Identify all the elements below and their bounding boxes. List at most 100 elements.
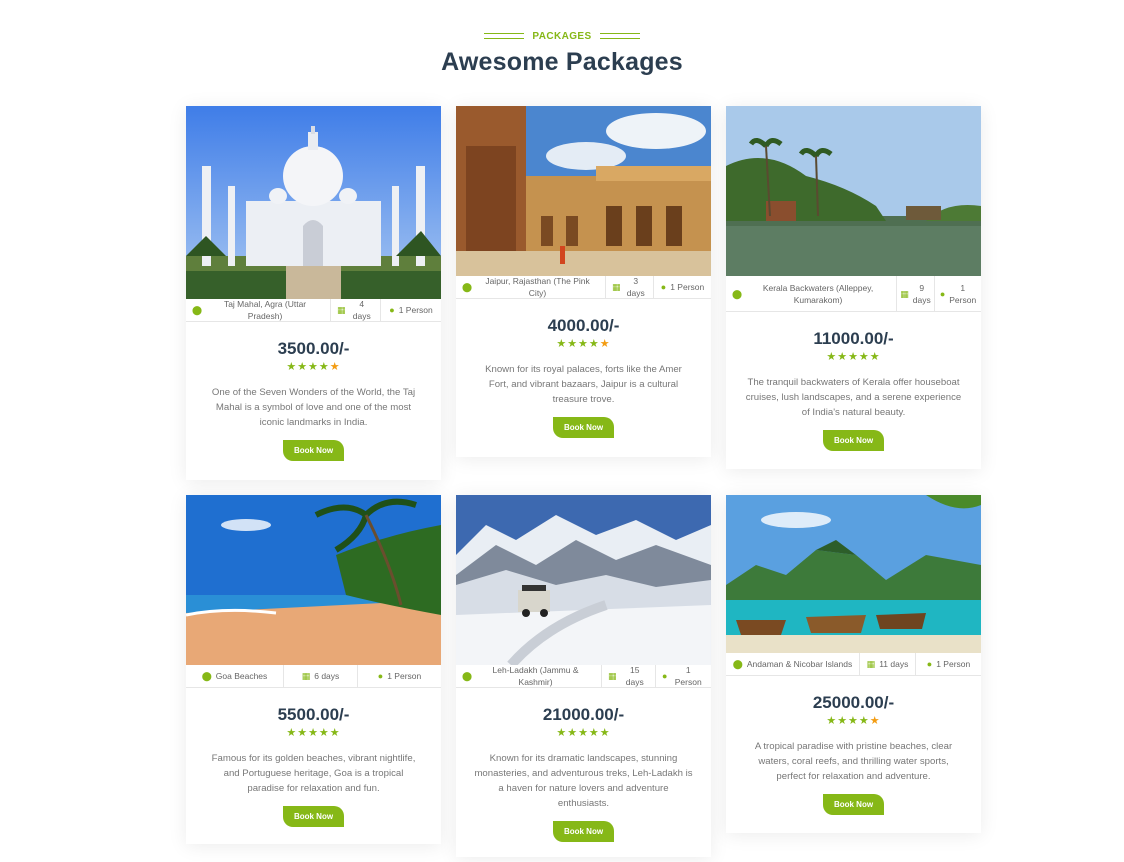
package-meta: ⬤ Kerala Backwaters (Alleppey, Kumarakom… (726, 276, 981, 312)
location-text: Kerala Backwaters (Alleppey, Kumarakom) (762, 282, 874, 305)
package-description: The tranquil backwaters of Kerala offer … (745, 377, 962, 418)
package-photo-taj-mahal (186, 106, 441, 299)
persons-text: 1 Person (936, 659, 971, 669)
location-text: Andaman & Nicobar Islands (746, 659, 853, 669)
book-now-button[interactable]: Book Now (552, 821, 615, 842)
package-description: Known for its royal palaces, forts like … (485, 364, 682, 405)
meta-persons: ● 1 Person (656, 665, 711, 687)
rating-stars: ★★★★★ (286, 361, 341, 373)
location-text: Goa Beaches (215, 671, 268, 681)
user-icon: ● (662, 671, 668, 681)
persons-text: 1 Person (670, 282, 705, 292)
meta-location: ⬤ Leh-Ladakh (Jammu & Kashmir) (456, 665, 602, 687)
package-card-kerala: ⬤ Kerala Backwaters (Alleppey, Kumarakom… (726, 106, 981, 469)
location-text: Taj Mahal, Agra (Uttar Pradesh) (223, 299, 307, 321)
meta-duration: ▦ 11 days (860, 653, 916, 675)
package-photo-goa (186, 495, 441, 665)
meta-duration: ▦ 15 days (602, 665, 656, 687)
rating-stars: ★★★★★ (826, 351, 881, 363)
duration-text: 4 days (352, 299, 371, 321)
package-description: A tropical paradise with pristine beache… (754, 741, 953, 782)
duration-text: 9 days (912, 282, 931, 305)
package-meta: ⬤ Andaman & Nicobar Islands ▦ 11 days ● … (726, 653, 981, 676)
eyebrow-line-right (599, 33, 640, 39)
meta-persons: ● 1 Person (935, 276, 981, 311)
package-body: 4000.00/- ★★★★★ Known for its royal pala… (456, 299, 711, 438)
package-card-goa: ⬤ Goa Beaches ▦ 6 days ● 1 Person 5500.0… (186, 495, 441, 844)
user-icon: ● (660, 282, 667, 292)
map-marker-icon: ⬤ (732, 659, 743, 669)
user-icon: ● (377, 671, 384, 681)
calendar-icon: ▦ (900, 288, 909, 299)
meta-persons: ● 1 Person (381, 299, 441, 321)
book-now-button[interactable]: Book Now (282, 440, 345, 461)
package-price: 21000.00/- (542, 705, 625, 724)
meta-location: ⬤ Kerala Backwaters (Alleppey, Kumarakom… (726, 276, 897, 311)
package-price: 4000.00/- (547, 316, 620, 335)
duration-text: 15 days (625, 665, 644, 687)
meta-persons: ● 1 Person (654, 276, 711, 298)
book-now-button[interactable]: Book Now (282, 806, 345, 827)
package-card-jaipur: ⬤ Jaipur, Rajasthan (The Pink City) ▦ 3 … (456, 106, 711, 457)
book-now-button[interactable]: Book Now (552, 417, 615, 438)
package-photo-kerala (726, 106, 981, 276)
package-body: 3500.00/- ★★★★★ One of the Seven Wonders… (186, 322, 441, 461)
map-marker-icon: ⬤ (462, 282, 473, 292)
package-card-leh-ladakh: ⬤ Leh-Ladakh (Jammu & Kashmir) ▦ 15 days… (456, 495, 711, 857)
persons-text: 1 Person (387, 671, 422, 681)
map-marker-icon: ⬤ (192, 305, 203, 315)
calendar-icon: ▦ (301, 671, 311, 681)
map-marker-icon: ⬤ (201, 671, 212, 681)
package-price: 11000.00/- (813, 329, 894, 348)
duration-text: 6 days (314, 671, 340, 681)
package-meta: ⬤ Leh-Ladakh (Jammu & Kashmir) ▦ 15 days… (456, 665, 711, 688)
persons-text: 1 Person (949, 282, 977, 305)
map-marker-icon: ⬤ (732, 288, 743, 299)
eyebrow-text: PACKAGES (532, 30, 592, 42)
package-description: Famous for its golden beaches, vibrant n… (211, 753, 416, 794)
package-meta: ⬤ Jaipur, Rajasthan (The Pink City) ▦ 3 … (456, 276, 711, 299)
book-now-button[interactable]: Book Now (822, 794, 885, 815)
package-meta: ⬤ Taj Mahal, Agra (Uttar Pradesh) ▦ 4 da… (186, 299, 441, 322)
package-card-taj-mahal: ⬤ Taj Mahal, Agra (Uttar Pradesh) ▦ 4 da… (186, 106, 441, 480)
book-now-button[interactable]: Book Now (822, 430, 885, 451)
persons-text: 1 Person (674, 665, 702, 687)
calendar-icon: ▦ (612, 282, 621, 292)
rating-stars: ★★★★★ (556, 338, 611, 350)
package-price: 3500.00/- (277, 339, 350, 358)
package-price: 5500.00/- (277, 705, 350, 724)
user-icon: ● (926, 659, 933, 669)
duration-text: 11 days (879, 659, 909, 669)
meta-location: ⬤ Jaipur, Rajasthan (The Pink City) (456, 276, 606, 298)
meta-duration: ▦ 6 days (284, 665, 358, 687)
rating-stars: ★★★★★ (286, 727, 341, 739)
package-price: 25000.00/- (812, 693, 895, 712)
calendar-icon: ▦ (608, 671, 617, 681)
rating-stars: ★★★★★ (826, 715, 881, 727)
section-eyebrow: PACKAGES (484, 30, 640, 42)
meta-duration: ▦ 3 days (606, 276, 654, 298)
rating-stars: ★★★★★ (556, 727, 611, 739)
map-marker-icon: ⬤ (462, 671, 473, 681)
package-body: 25000.00/- ★★★★★ A tropical paradise wit… (726, 676, 981, 815)
package-body: 21000.00/- ★★★★★ Known for its dramatic … (456, 688, 711, 842)
package-description: Known for its dramatic landscapes, stunn… (474, 753, 693, 809)
user-icon: ● (389, 305, 395, 315)
package-photo-leh-ladakh (456, 495, 711, 665)
location-text: Jaipur, Rajasthan (The Pink City) (485, 276, 590, 298)
meta-duration: ▦ 4 days (331, 299, 381, 321)
meta-location: ⬤ Taj Mahal, Agra (Uttar Pradesh) (186, 299, 331, 321)
section-title: Awesome Packages (441, 48, 683, 76)
package-photo-jaipur (456, 106, 711, 276)
eyebrow-line-left (484, 33, 525, 39)
package-photo-andaman (726, 495, 981, 653)
calendar-icon: ▦ (866, 659, 876, 669)
location-text: Leh-Ladakh (Jammu & Kashmir) (492, 665, 579, 687)
package-meta: ⬤ Goa Beaches ▦ 6 days ● 1 Person (186, 665, 441, 688)
meta-persons: ● 1 Person (916, 653, 981, 675)
meta-persons: ● 1 Person (358, 665, 441, 687)
user-icon: ● (939, 288, 946, 299)
package-card-andaman: ⬤ Andaman & Nicobar Islands ▦ 11 days ● … (726, 495, 981, 833)
meta-location: ⬤ Goa Beaches (186, 665, 284, 687)
persons-text: 1 Person (398, 305, 433, 315)
